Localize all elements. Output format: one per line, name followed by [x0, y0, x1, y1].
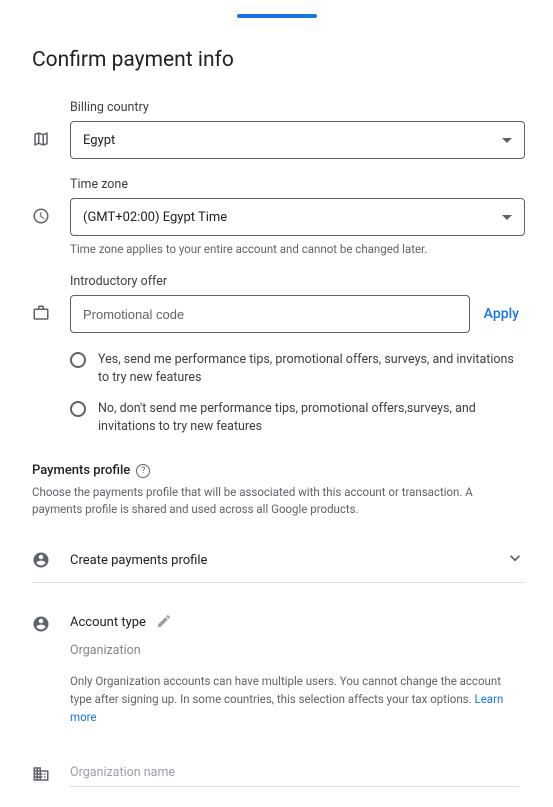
chevron-down-icon [505, 548, 525, 572]
create-payments-profile[interactable]: Create payments profile [32, 539, 525, 583]
radio-icon [70, 352, 86, 368]
clock-icon [32, 177, 70, 229]
page-title: Confirm payment info [32, 48, 525, 72]
radio-yes-label: Yes, send me performance tips, promotion… [98, 351, 525, 386]
edit-icon[interactable] [156, 613, 172, 633]
account-type-value: Organization [70, 643, 525, 658]
chevron-down-icon [502, 215, 512, 220]
building-icon [32, 751, 70, 787]
apply-button[interactable]: Apply [484, 306, 525, 322]
timezone-select[interactable]: (GMT+02:00) Egypt Time [70, 198, 525, 236]
billing-country-label: Billing country [70, 100, 525, 115]
person-icon [32, 551, 70, 569]
account-type-desc: Only Organization accounts can have mult… [70, 672, 525, 727]
payments-profile-header: Payments profile ? [32, 463, 525, 478]
help-icon[interactable]: ? [136, 464, 150, 478]
billing-country-row: Billing country Egypt [32, 100, 525, 159]
create-payments-label: Create payments profile [70, 553, 207, 568]
timezone-helper: Time zone applies to your entire account… [70, 242, 525, 256]
radio-yes[interactable]: Yes, send me performance tips, promotion… [70, 351, 525, 386]
person-icon [32, 613, 70, 727]
map-icon [32, 100, 70, 152]
payments-profile-desc: Choose the payments profile that will be… [32, 484, 525, 519]
offer-label: Introductory offer [70, 274, 525, 289]
organization-name-row: Organization name [32, 751, 525, 787]
radio-no-label: No, don't send me performance tips, prom… [98, 400, 525, 435]
billing-country-value: Egypt [83, 133, 115, 148]
payments-profile-title: Payments profile [32, 463, 130, 478]
radio-icon [70, 401, 86, 417]
timezone-value: (GMT+02:00) Egypt Time [83, 210, 227, 225]
timezone-label: Time zone [70, 177, 525, 192]
offer-row: Introductory offer Apply [32, 274, 525, 333]
billing-country-select[interactable]: Egypt [70, 121, 525, 159]
organization-name-input[interactable]: Organization name [70, 751, 519, 787]
radio-no[interactable]: No, don't send me performance tips, prom… [70, 400, 525, 435]
briefcase-icon [32, 274, 70, 326]
chevron-down-icon [502, 138, 512, 143]
account-type-label: Account type [70, 615, 146, 630]
promo-code-input[interactable] [70, 295, 470, 333]
account-type-block: Account type Organization Only Organizat… [32, 613, 525, 727]
timezone-row: Time zone (GMT+02:00) Egypt Time Time zo… [32, 177, 525, 256]
